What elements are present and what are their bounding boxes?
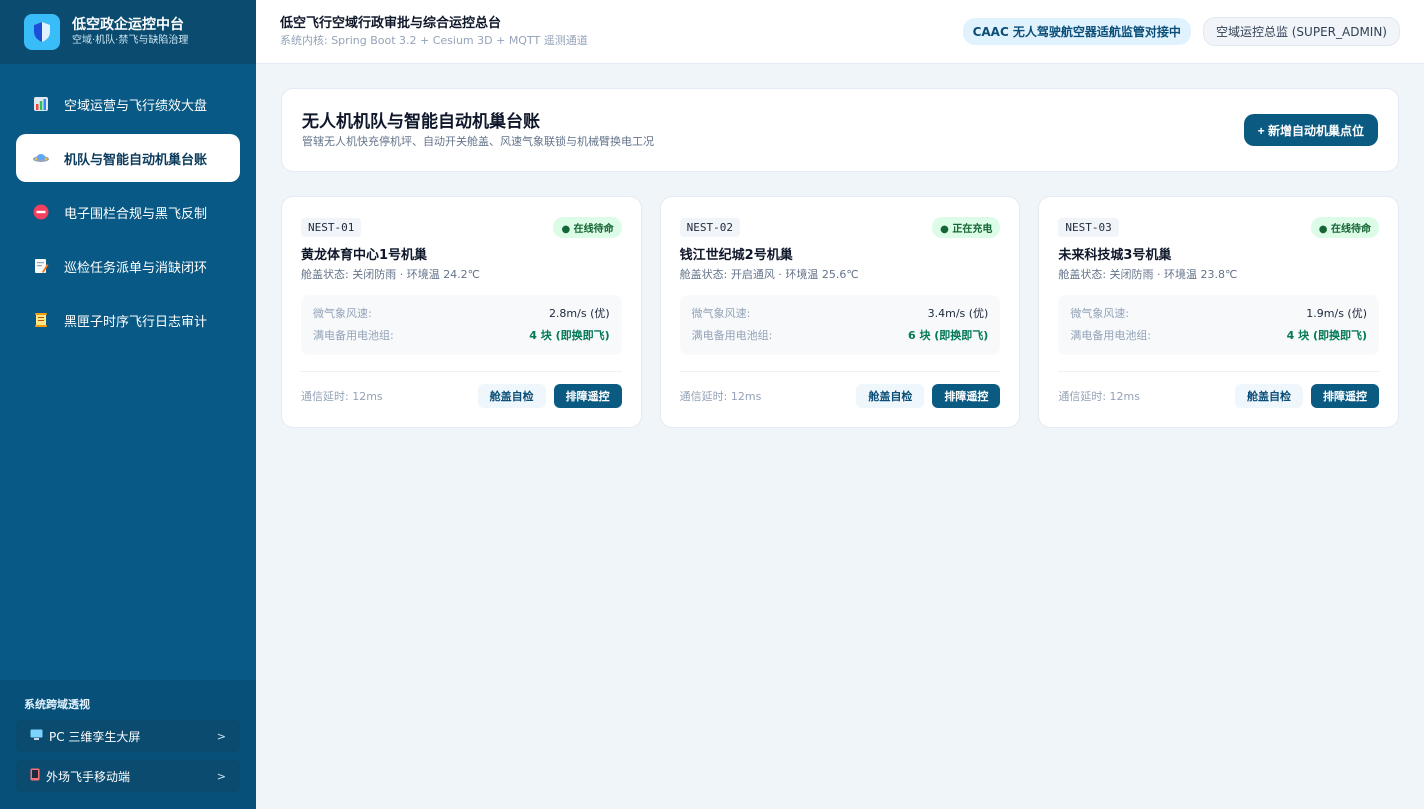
- battery-value: 6 块 (即换即飞): [907, 329, 989, 342]
- caac-status-badge: CAAC 无人驾驶航空器适航监管对接中: [962, 18, 1191, 45]
- sidebar-item-label: 机队与智能自动机巢台账: [64, 152, 208, 168]
- sidebar-item-label: 巡检任务派单与消缺闭环: [64, 260, 208, 276]
- nest-card: NEST-01 ● 在线待命 黄龙体育中心1号机巢 舱盖状态: 关闭防雨 · 环…: [281, 196, 642, 428]
- latency-text: 通信延时: 12ms: [301, 390, 383, 403]
- wind-value: 2.8m/s (优): [548, 307, 610, 320]
- cross-domain-title: 系统跨域透视: [24, 698, 90, 711]
- nest-name: 未来科技城3号机巢: [1058, 248, 1172, 263]
- page-title: 低空飞行空域行政审批与综合运控总台: [280, 15, 502, 31]
- remote-troubleshoot-button[interactable]: 排障遥控: [1311, 384, 1380, 408]
- main-content: 无人机机队与智能自动机巢台账 管辖无人机快充停机坪、自动开关舱盖、风速气象联锁与…: [281, 88, 1400, 428]
- sidebar-item-fleet[interactable]: 机队与智能自动机巢台账: [16, 134, 240, 182]
- brand-subtitle: 空域·机队·禁飞与缺陷治理: [72, 35, 189, 46]
- link-label: 外场飞手移动端: [46, 769, 131, 784]
- sidebar-item-label: 黑匣子时序飞行日志审计: [64, 314, 208, 330]
- system-kernel-info: 系统内核: Spring Boot 3.2 + Cesium 3D + MQTT…: [280, 33, 588, 47]
- chevron-right-icon: >: [216, 769, 226, 783]
- cover-selfcheck-button[interactable]: 舱盖自检: [1235, 384, 1304, 408]
- chevron-right-icon: >: [216, 729, 226, 743]
- drone-icon: [32, 149, 50, 167]
- brand: 低空政企运控中台 空域·机队·禁飞与缺陷治理: [0, 0, 256, 64]
- latency-text: 通信延时: 12ms: [679, 390, 762, 403]
- panel-title: 无人机机队与智能自动机巢台账: [302, 112, 540, 132]
- nest-id: NEST-02: [679, 217, 741, 237]
- cover-selfcheck-button[interactable]: 舱盖自检: [856, 384, 925, 408]
- no-entry-icon: [32, 203, 50, 221]
- wind-value: 3.4m/s (优): [927, 307, 989, 320]
- monitor-icon: [30, 729, 43, 744]
- link-field-mobile[interactable]: 外场飞手移动端 >: [16, 760, 240, 792]
- nest-metrics: 微气象风速: 3.4m/s (优) 满电备用电池组: 6 块 (即换即飞): [679, 295, 1001, 355]
- nest-card: NEST-03 ● 在线待命 未来科技城3号机巢 舱盖状态: 关闭防雨 · 环境…: [1038, 196, 1400, 428]
- bar-chart-icon: [32, 95, 50, 113]
- shield-icon: [24, 14, 60, 50]
- nest-metrics: 微气象风速: 2.8m/s (优) 满电备用电池组: 4 块 (即换即飞): [301, 295, 622, 355]
- status-badge: ● 在线待命: [553, 216, 622, 238]
- sidebar-item-label: 空域运营与飞行绩效大盘: [64, 98, 208, 114]
- cover-status: 舱盖状态: 关闭防雨 · 环境温 23.8℃: [1058, 268, 1238, 281]
- sidebar-item-tasks[interactable]: 巡检任务派单与消缺闭环: [16, 242, 240, 290]
- fleet-panel-header: 无人机机队与智能自动机巢台账 管辖无人机快充停机坪、自动开关舱盖、风速气象联锁与…: [281, 88, 1399, 172]
- status-badge: ● 在线待命: [1310, 216, 1380, 238]
- phone-icon: [30, 768, 40, 784]
- wind-label: 微气象风速:: [1070, 307, 1130, 320]
- wind-label: 微气象风速:: [691, 307, 751, 320]
- battery-value: 4 块 (即换即飞): [529, 329, 610, 342]
- link-label: PC 三维孪生大屏: [49, 729, 141, 744]
- wind-label: 微气象风速:: [313, 307, 372, 320]
- battery-label: 满电备用电池组:: [1070, 329, 1152, 342]
- panel-subtitle: 管辖无人机快充停机坪、自动开关舱盖、风速气象联锁与机械臂换电工况: [302, 135, 654, 148]
- nest-card-list: NEST-01 ● 在线待命 黄龙体育中心1号机巢 舱盖状态: 关闭防雨 · 环…: [281, 196, 1400, 428]
- top-header: 低空飞行空域行政审批与综合运控总台 系统内核: Spring Boot 3.2 …: [256, 0, 1424, 64]
- cover-status: 舱盖状态: 关闭防雨 · 环境温 24.2℃: [301, 268, 481, 281]
- link-pc-twin-screen[interactable]: PC 三维孪生大屏 >: [16, 720, 240, 752]
- add-nest-button[interactable]: + 新增自动机巢点位: [1243, 114, 1378, 146]
- sidebar-nav: 空域运营与飞行绩效大盘 机队与智能自动机巢台账 电子围栏合规与黑飞反制 巡检任务…: [0, 64, 256, 344]
- nest-name: 钱江世纪城2号机巢: [679, 248, 793, 263]
- sidebar-item-dashboard[interactable]: 空域运营与飞行绩效大盘: [16, 80, 240, 128]
- battery-label: 满电备用电池组:: [313, 329, 394, 342]
- remote-troubleshoot-button[interactable]: 排障遥控: [553, 384, 622, 408]
- brand-title: 低空政企运控中台: [72, 17, 184, 33]
- remote-troubleshoot-button[interactable]: 排障遥控: [932, 384, 1001, 408]
- cross-domain-panel: 系统跨域透视 PC 三维孪生大屏 > 外场飞手移动端 >: [0, 680, 256, 809]
- sidebar-item-label: 电子围栏合规与黑飞反制: [64, 206, 208, 222]
- sidebar-item-blackbox[interactable]: 黑匣子时序飞行日志审计: [16, 296, 240, 344]
- nest-name: 黄龙体育中心1号机巢: [301, 248, 428, 263]
- battery-label: 满电备用电池组:: [691, 329, 773, 342]
- battery-value: 4 块 (即换即飞): [1286, 329, 1368, 342]
- scroll-icon: [32, 311, 50, 329]
- user-role-badge[interactable]: 空域运控总监 (SUPER_ADMIN): [1202, 17, 1400, 46]
- nest-card: NEST-02 ● 正在充电 钱江世纪城2号机巢 舱盖状态: 开启通风 · 环境…: [659, 196, 1021, 428]
- sidebar-item-geofence[interactable]: 电子围栏合规与黑飞反制: [16, 188, 240, 236]
- cover-selfcheck-button[interactable]: 舱盖自检: [477, 384, 546, 408]
- status-badge: ● 正在充电: [932, 216, 1001, 238]
- nest-id: NEST-03: [1058, 217, 1119, 237]
- latency-text: 通信延时: 12ms: [1058, 390, 1140, 403]
- cover-status: 舱盖状态: 开启通风 · 环境温 25.6℃: [679, 268, 859, 281]
- clipboard-icon: [32, 257, 50, 275]
- nest-id: NEST-01: [301, 217, 362, 237]
- wind-value: 1.9m/s (优): [1306, 307, 1368, 320]
- sidebar: 低空政企运控中台 空域·机队·禁飞与缺陷治理 空域运营与飞行绩效大盘 机队与智能…: [0, 0, 256, 809]
- nest-metrics: 微气象风速: 1.9m/s (优) 满电备用电池组: 4 块 (即换即飞): [1058, 295, 1380, 355]
